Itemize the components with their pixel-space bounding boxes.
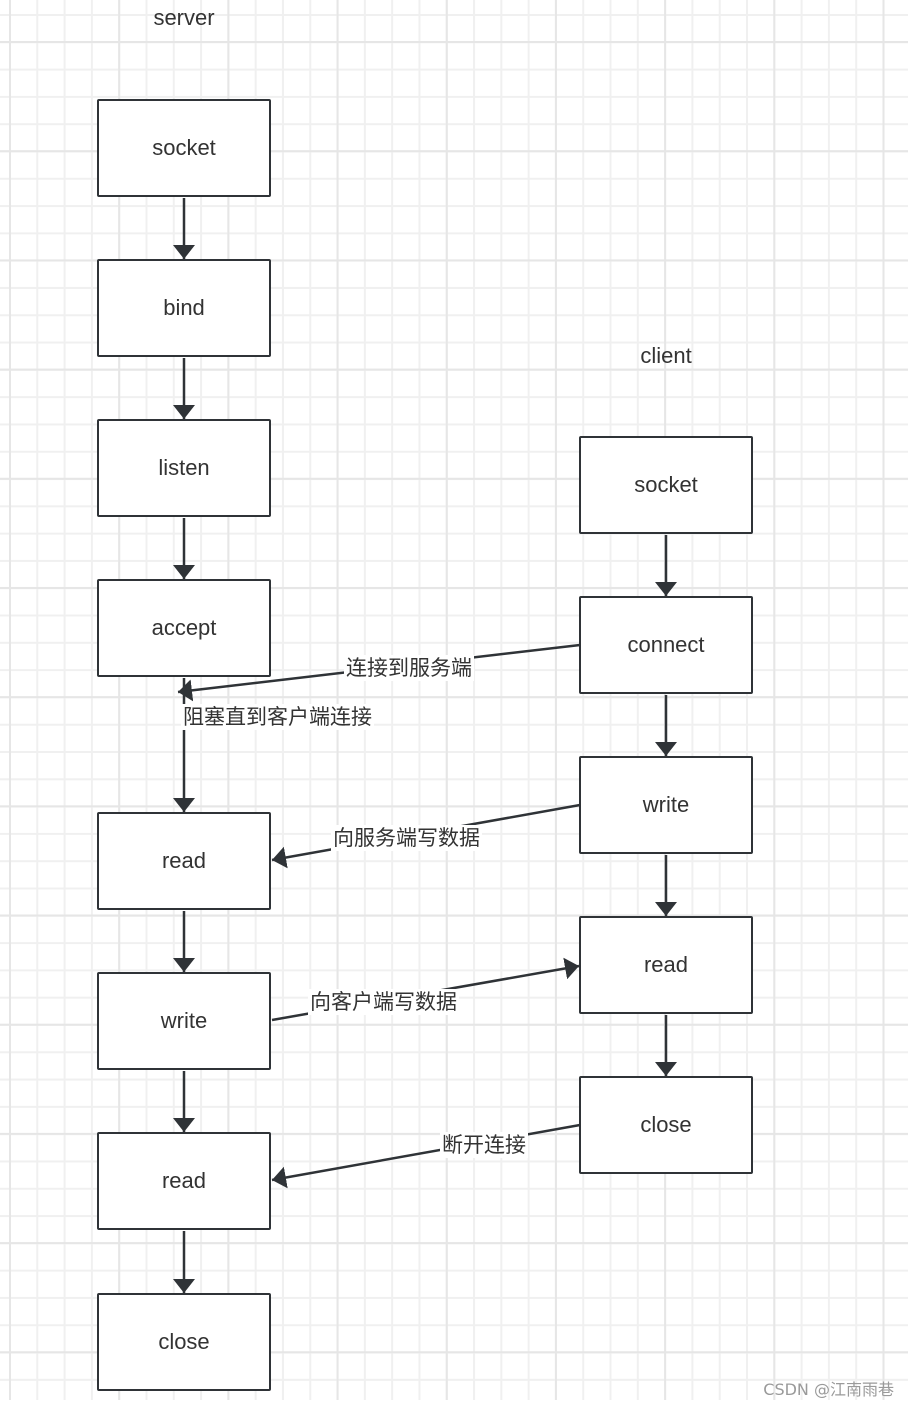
server-node-read[interactable]: read bbox=[97, 812, 271, 910]
client-node-close[interactable]: close bbox=[579, 1076, 753, 1174]
client-node-write[interactable]: write bbox=[579, 756, 753, 854]
diagram-canvas: server client socket bind listen accept … bbox=[0, 0, 908, 1406]
server-lane-title: server bbox=[153, 5, 215, 30]
watermark: CSDN @江南雨巷 bbox=[763, 1380, 894, 1399]
server-node-bind[interactable]: bind bbox=[97, 259, 271, 357]
server-node-read-2[interactable]: read bbox=[97, 1132, 271, 1230]
server-node-listen[interactable]: listen bbox=[97, 419, 271, 517]
server-node-accept[interactable]: accept bbox=[97, 579, 271, 677]
edge-label-close: 断开连接 bbox=[440, 1132, 528, 1158]
server-node-socket[interactable]: socket bbox=[97, 99, 271, 197]
client-lane-title: client bbox=[640, 343, 692, 368]
server-node-write[interactable]: write bbox=[97, 972, 271, 1070]
client-node-socket[interactable]: socket bbox=[579, 436, 753, 534]
accept-blocking-note: 阻塞直到客户端连接 bbox=[181, 704, 374, 730]
edge-label-server-write: 向客户端写数据 bbox=[308, 989, 459, 1015]
server-node-close[interactable]: close bbox=[97, 1293, 271, 1391]
edge-client-close-to-server-read bbox=[271, 1123, 581, 1189]
edge-label-client-write: 向服务端写数据 bbox=[331, 825, 482, 851]
edge-label-connect: 连接到服务端 bbox=[344, 655, 474, 681]
client-node-read[interactable]: read bbox=[579, 916, 753, 1014]
client-node-connect[interactable]: connect bbox=[579, 596, 753, 694]
